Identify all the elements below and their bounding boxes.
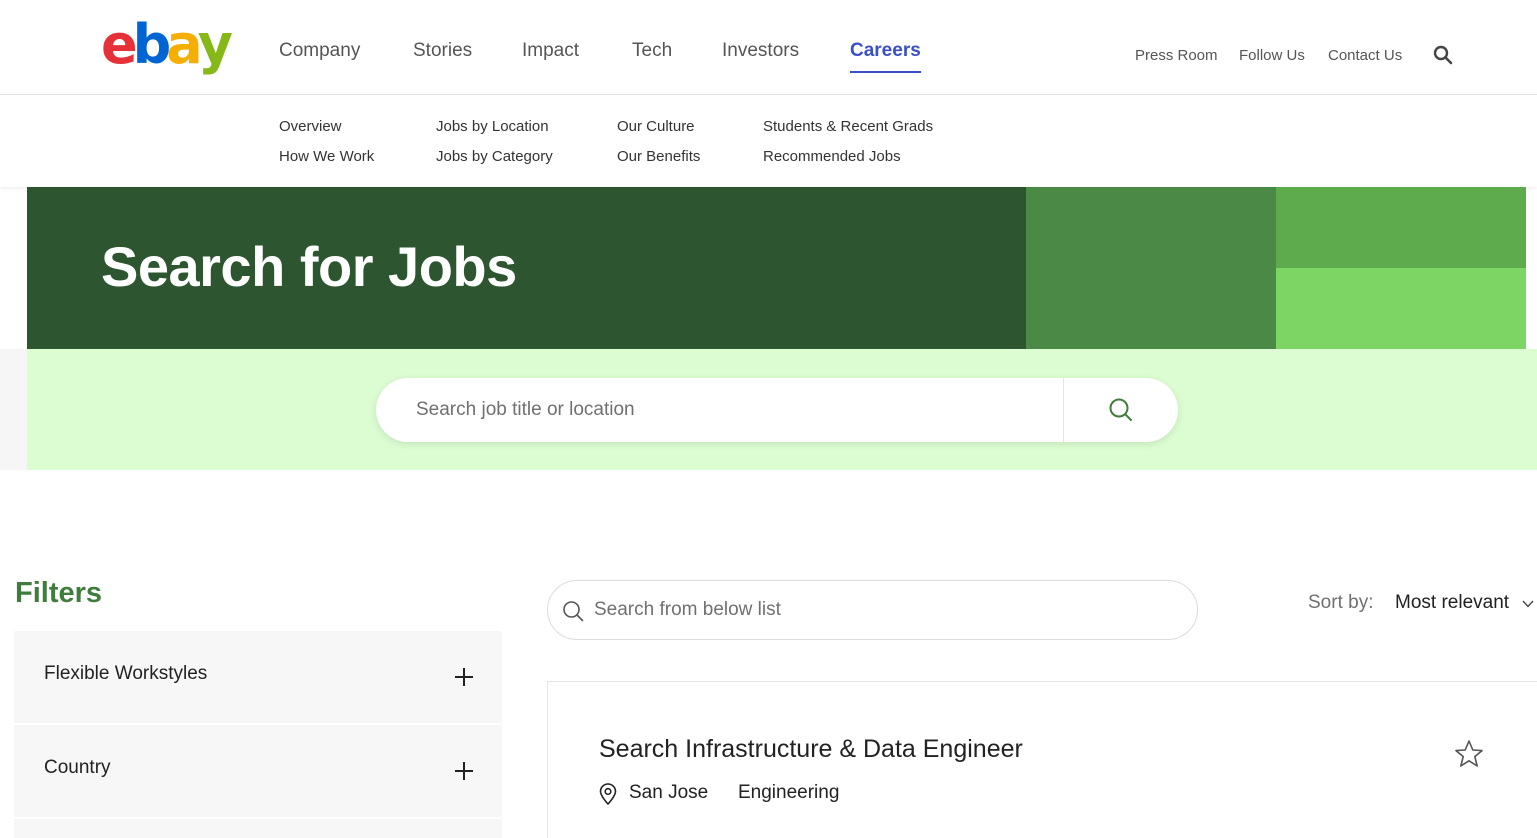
subnav-jobs-by-category[interactable]: Jobs by Category <box>436 148 553 165</box>
hero-decor-block <box>1276 187 1526 268</box>
search-icon <box>1109 398 1132 421</box>
logo-letter-y: y <box>197 13 233 76</box>
star-icon[interactable] <box>1453 738 1485 770</box>
job-search-bar <box>376 378 1178 442</box>
nav-company[interactable]: Company <box>279 40 360 62</box>
subnav-our-culture[interactable]: Our Culture <box>617 118 695 135</box>
ebay-logo[interactable]: ebay <box>101 13 233 76</box>
job-title-link[interactable]: Search Infrastructure & Data Engineer <box>599 735 1023 764</box>
hero-decor-block <box>1026 187 1276 349</box>
filter-label: Flexible Workstyles <box>44 663 208 684</box>
careers-sub-nav: Overview How We Work Jobs by Location Jo… <box>0 96 1537 187</box>
filter-label: Country <box>44 757 111 778</box>
job-search-input[interactable] <box>416 378 1056 442</box>
subnav-our-benefits[interactable]: Our Benefits <box>617 148 700 165</box>
top-navigation-bar: ebay Company Stories Impact Tech Investo… <box>0 0 1537 95</box>
nav-tech[interactable]: Tech <box>632 40 672 62</box>
nav-stories[interactable]: Stories <box>413 40 472 62</box>
press-room-link[interactable]: Press Room <box>1135 47 1218 64</box>
filters-heading: Filters <box>15 577 103 609</box>
follow-us-link[interactable]: Follow Us <box>1239 47 1305 64</box>
logo-letter-b: b <box>132 13 172 76</box>
chevron-down-icon[interactable] <box>1521 597 1535 611</box>
list-search-bar <box>547 580 1198 640</box>
nav-careers[interactable]: Careers <box>850 40 921 73</box>
filter-country[interactable]: Country <box>14 725 502 817</box>
job-location: San Jose <box>629 782 709 803</box>
location-pin-icon <box>599 783 617 805</box>
nav-impact[interactable]: Impact <box>522 40 579 62</box>
filter-item-next[interactable] <box>14 819 502 838</box>
subnav-overview[interactable]: Overview <box>279 118 342 135</box>
search-icon[interactable] <box>1433 45 1453 65</box>
subnav-recommended-jobs[interactable]: Recommended Jobs <box>763 148 901 165</box>
page-title: Search for Jobs <box>101 235 517 298</box>
plus-icon <box>455 762 473 780</box>
nav-investors[interactable]: Investors <box>722 40 799 62</box>
list-search-input[interactable] <box>594 581 1174 639</box>
subnav-students-recent-grads[interactable]: Students & Recent Grads <box>763 118 933 135</box>
hero-band-edge <box>0 349 27 470</box>
sort-dropdown[interactable]: Most relevant <box>1395 592 1509 614</box>
subnav-jobs-by-location[interactable]: Jobs by Location <box>436 118 549 135</box>
logo-letter-e: e <box>101 13 138 76</box>
contact-us-link[interactable]: Contact Us <box>1328 47 1402 64</box>
logo-letter-a: a <box>166 13 203 76</box>
job-search-button[interactable] <box>1064 378 1178 442</box>
hero-decor-block <box>1276 268 1526 349</box>
plus-icon <box>455 668 473 686</box>
job-category: Engineering <box>738 782 840 803</box>
subnav-how-we-work[interactable]: How We Work <box>279 148 374 165</box>
filter-flexible-workstyles[interactable]: Flexible Workstyles <box>14 631 502 723</box>
sort-label: Sort by: <box>1308 592 1374 613</box>
search-icon <box>563 601 584 622</box>
